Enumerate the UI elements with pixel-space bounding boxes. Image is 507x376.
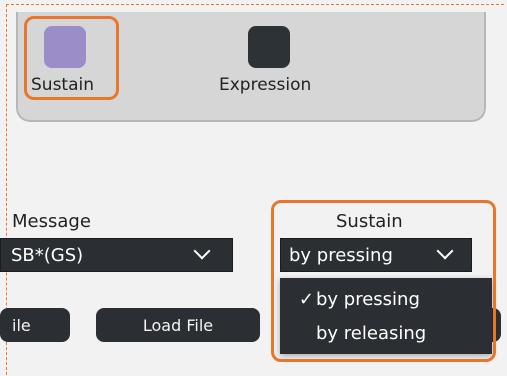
highlight-box-sustain-setting [271,200,496,362]
highlight-box-sustain-pedal [24,16,119,100]
load-file-button[interactable]: Load File [96,308,260,342]
expression-pedal-indicator[interactable] [248,26,290,68]
canvas: Sustain Expression Message SB*(GS) Susta… [0,0,507,376]
message-select-value: SB*(GS) [11,244,84,266]
chevron-down-icon [193,242,211,260]
message-label: Message [12,211,91,232]
message-select[interactable]: SB*(GS) [0,238,233,272]
save-file-button[interactable]: ile [0,308,70,342]
load-file-button-label: Load File [142,315,214,335]
expression-pedal-label: Expression [219,75,312,95]
save-file-button-label: ile [12,315,31,335]
